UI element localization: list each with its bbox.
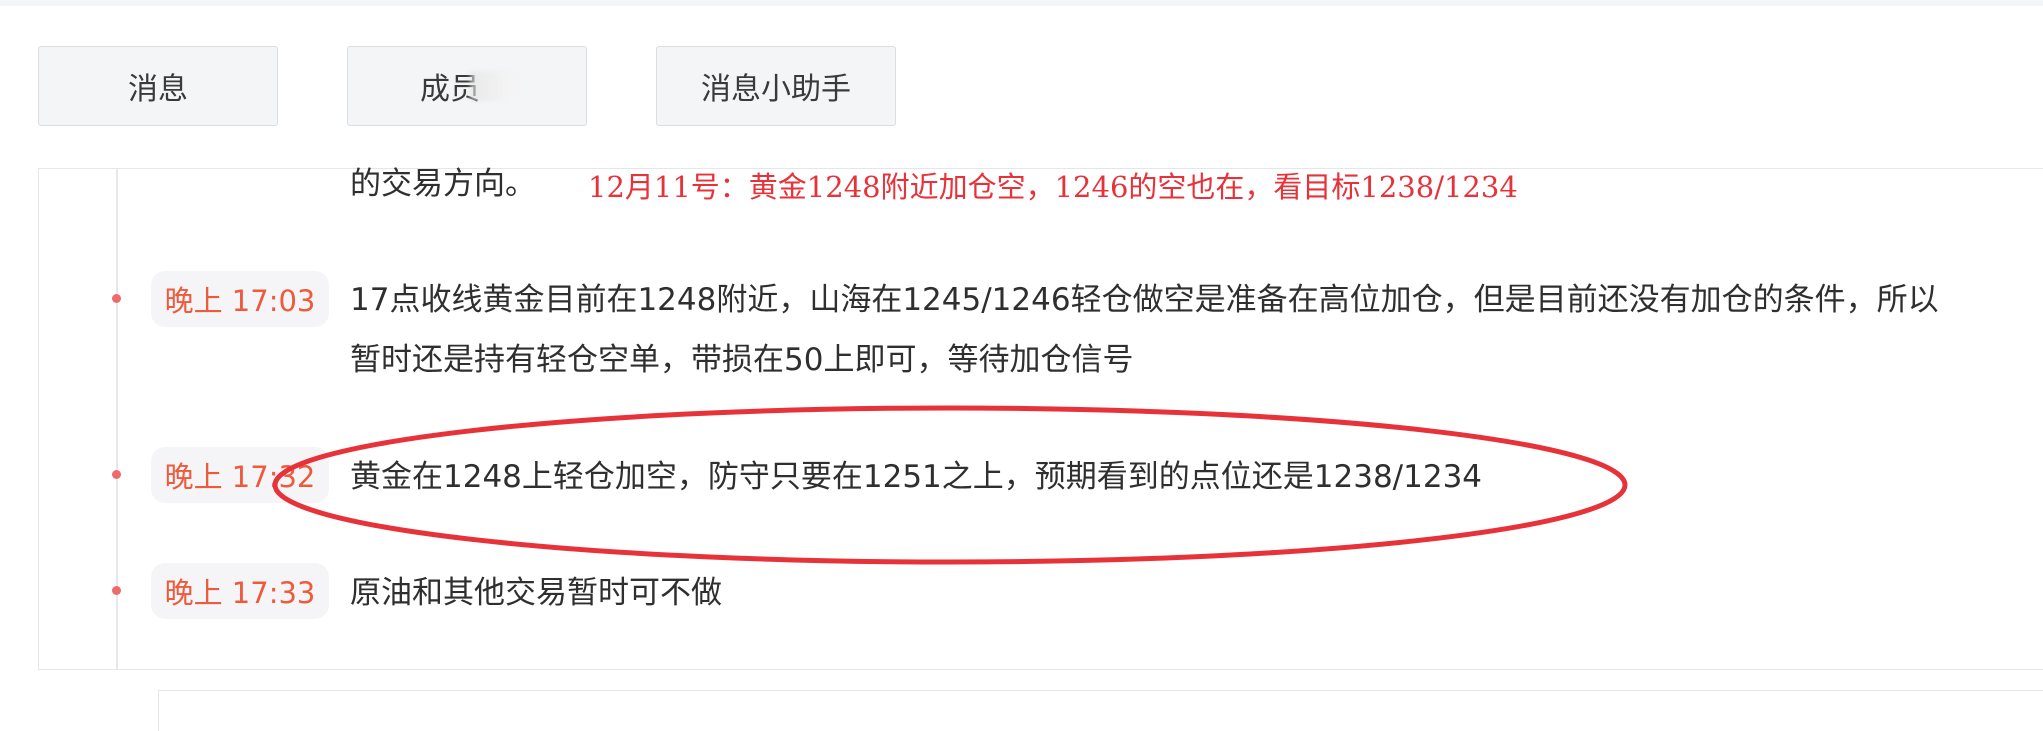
tab-messages-label: 消息: [128, 72, 188, 107]
tab-messages[interactable]: 消息: [38, 46, 278, 126]
timeline-dot: [112, 586, 121, 595]
red-ellipse-annotation: [272, 405, 1628, 565]
timeline-dot: [112, 470, 121, 479]
tab-message-assistant-label: 消息小助手: [701, 72, 851, 107]
tab-bar: 消息 成员 消息小助手: [38, 46, 896, 126]
time-badge: 晚上 17:03: [151, 271, 329, 327]
message-text-previous: 的交易方向。: [350, 166, 536, 202]
tab-message-assistant[interactable]: 消息小助手: [656, 46, 896, 126]
tab-members[interactable]: 成员: [347, 46, 587, 126]
message-input-area[interactable]: [158, 690, 2043, 731]
time-badge: 晚上 17:33: [151, 563, 329, 619]
message-text-continued: 暂时还是持有轻仓空单，带损在50上即可，等待加仓信号: [350, 342, 1134, 378]
timeline-dot: [112, 294, 121, 303]
message-text: 原油和其他交易暂时可不做: [350, 575, 722, 611]
top-bar: [0, 0, 2043, 6]
message-text: 17点收线黄金目前在1248附近，山海在1245/1246轻仓做空是准备在高位加…: [350, 282, 1939, 318]
blur-mask: [470, 71, 514, 101]
red-annotation-note: 12月11号：黄金1248附近加仓空，1246的空也在，看目标1238/1234: [588, 170, 1518, 204]
